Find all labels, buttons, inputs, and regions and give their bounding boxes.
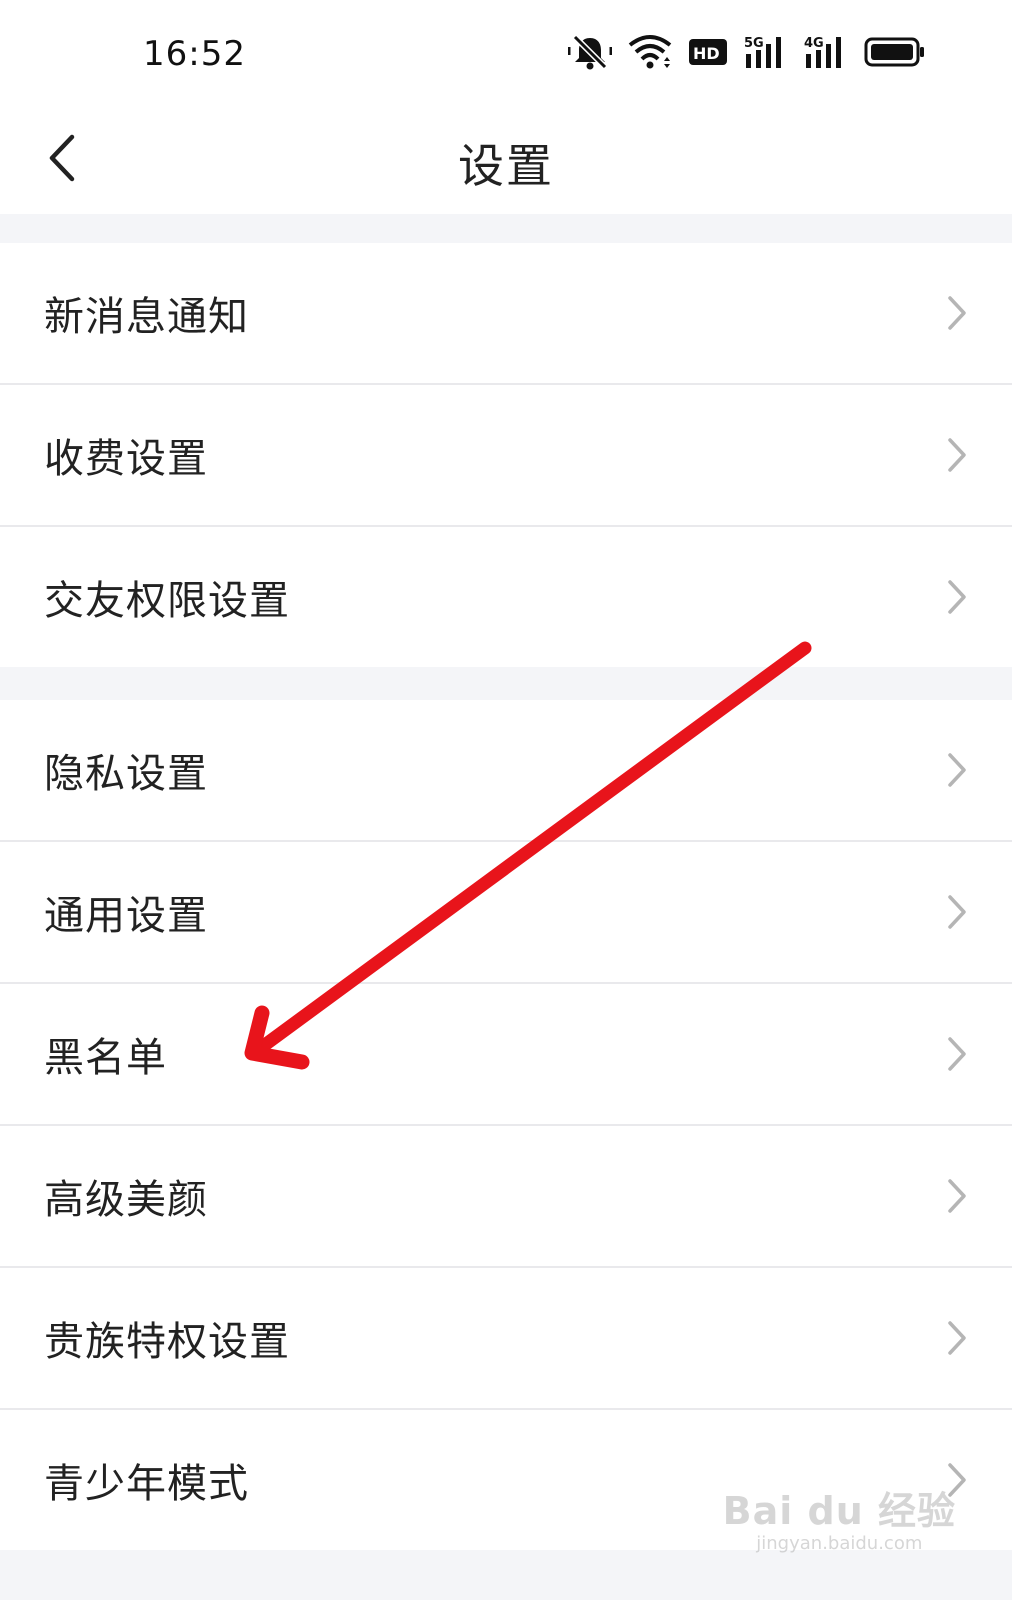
- settings-item-new-message-notification[interactable]: 新消息通知: [0, 243, 1012, 385]
- settings-item-label: 贵族特权设置: [44, 1319, 290, 1365]
- chevron-right-icon: [948, 1037, 966, 1071]
- settings-item-label: 隐私设置: [44, 751, 208, 797]
- chevron-right-icon: [948, 895, 966, 929]
- settings-item-blacklist[interactable]: 黑名单: [0, 984, 1012, 1126]
- page-title: 设置: [458, 139, 554, 193]
- chevron-right-icon: [948, 580, 966, 614]
- settings-item-label: 通用设置: [44, 893, 208, 939]
- settings-item-label: 高级美颜: [44, 1177, 208, 1223]
- svg-text:4G: 4G: [804, 36, 824, 51]
- watermark-logo: Bai du 经验: [722, 1489, 956, 1533]
- mute-bell-icon: [567, 33, 613, 75]
- settings-item-label: 收费设置: [44, 436, 208, 482]
- watermark-url: jingyan.baidu.com: [756, 1533, 923, 1554]
- settings-item-label: 交友权限设置: [44, 578, 290, 624]
- status-icons: HD 5G 4G: [567, 33, 926, 75]
- settings-item-label: 青少年模式: [44, 1461, 249, 1507]
- settings-item-label: 新消息通知: [44, 294, 249, 340]
- status-bar: 16:52 HD 5G 4G: [0, 0, 1012, 108]
- settings-item-label: 黑名单: [44, 1035, 167, 1081]
- settings-group-1: 新消息通知 收费设置 交友权限设置: [0, 243, 1012, 667]
- chevron-right-icon: [948, 1179, 966, 1213]
- settings-group-2: 隐私设置 通用设置 黑名单 高级美颜 贵族特权设置 青少年模式: [0, 700, 1012, 1550]
- chevron-right-icon: [948, 1321, 966, 1355]
- chevron-right-icon: [948, 753, 966, 787]
- settings-item-privacy[interactable]: 隐私设置: [0, 700, 1012, 842]
- settings-item-advanced-beauty[interactable]: 高级美颜: [0, 1126, 1012, 1268]
- 5g-signal-icon: 5G: [744, 34, 788, 74]
- settings-item-friend-permission[interactable]: 交友权限设置: [0, 527, 1012, 667]
- wifi-icon: [628, 34, 672, 74]
- baidu-watermark: Bai du 经验 jingyan.baidu.com: [723, 1480, 956, 1554]
- nav-bar: 设置: [0, 108, 1012, 214]
- svg-text:5G: 5G: [744, 36, 764, 51]
- settings-item-charge-settings[interactable]: 收费设置: [0, 385, 1012, 527]
- svg-text:HD: HD: [693, 44, 720, 63]
- settings-item-noble-privilege[interactable]: 贵族特权设置: [0, 1268, 1012, 1410]
- 4g-signal-icon: 4G: [804, 34, 848, 74]
- battery-icon: [864, 36, 926, 72]
- hd-icon: HD: [688, 37, 728, 71]
- settings-item-general[interactable]: 通用设置: [0, 842, 1012, 984]
- status-time: 16:52: [143, 34, 246, 74]
- chevron-right-icon: [948, 438, 966, 472]
- chevron-right-icon: [948, 296, 966, 330]
